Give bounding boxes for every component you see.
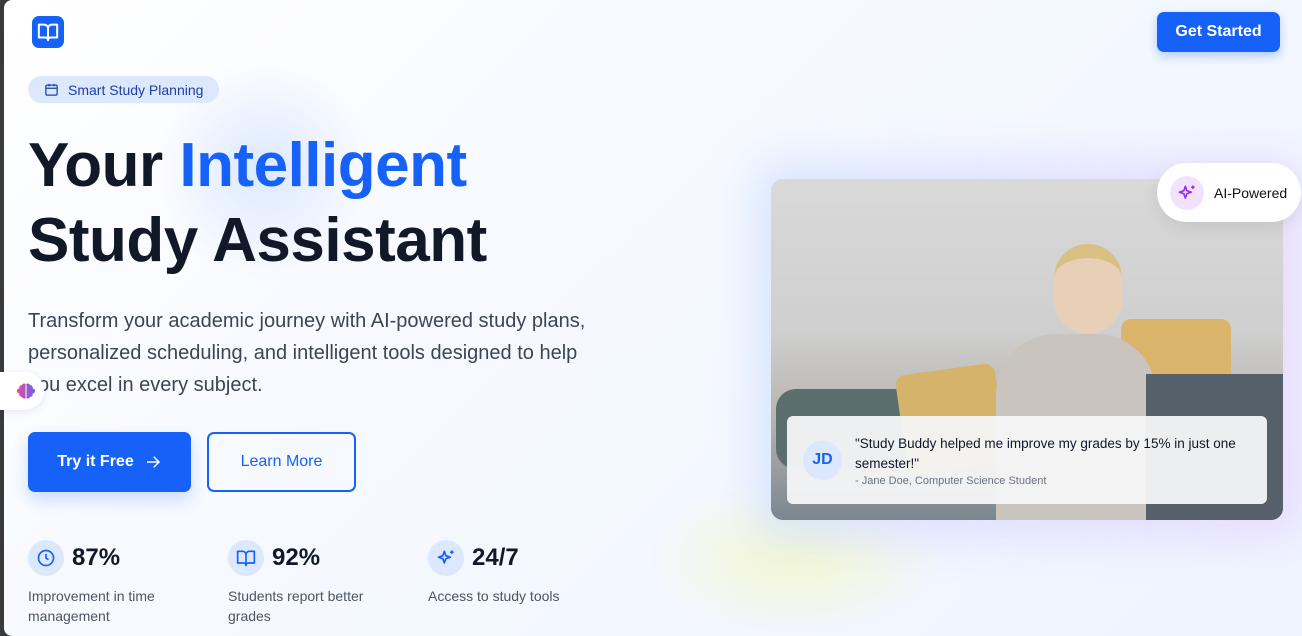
stat-label: Access to study tools — [428, 588, 560, 604]
stat-value: 92% — [272, 544, 321, 571]
clock-icon — [37, 549, 55, 567]
stat-item: 92% Students report better grades — [228, 540, 408, 626]
brain-icon — [16, 383, 36, 399]
try-free-button[interactable]: Try it Free — [28, 432, 191, 492]
book-open-icon — [37, 23, 59, 42]
title-line2: Study Assistant — [28, 206, 487, 275]
arrow-right-icon — [146, 456, 160, 468]
page-title: Your Intelligent Study Assistant — [28, 128, 487, 278]
hero-description: Transform your academic journey with AI-… — [28, 310, 586, 396]
learn-more-button[interactable]: Learn More — [207, 432, 356, 492]
ai-badge-label: AI-Powered — [1214, 184, 1288, 201]
button-label: Try it Free — [57, 453, 134, 470]
floating-brain-button[interactable] — [0, 372, 44, 410]
title-part: Your — [28, 131, 180, 200]
stat-item: 24/7 Access to study tools — [428, 540, 608, 606]
testimonial-author: - Jane Doe, Computer Science Student — [855, 474, 1047, 487]
sparkles-icon — [1178, 185, 1195, 199]
book-open-icon — [236, 550, 256, 567]
stat-label: Students report better grades — [228, 588, 364, 624]
sparkles-icon — [437, 550, 454, 564]
title-accent: Intelligent — [179, 131, 467, 200]
stat-value: 87% — [72, 544, 121, 571]
stat-item: 87% Improvement in time management — [28, 540, 208, 626]
testimonial-quote: "Study Buddy helped me improve my grades… — [855, 435, 1236, 471]
ai-powered-badge: AI-Powered — [1157, 163, 1301, 222]
landing-page: Get Started Smart Study Planning Your In… — [0, 0, 1302, 636]
calendar-icon — [45, 83, 58, 96]
stat-label: Improvement in time management — [28, 588, 155, 624]
logo[interactable] — [32, 16, 64, 48]
get-started-button[interactable]: Get Started — [1157, 12, 1280, 52]
testimonial-card: JD "Study Buddy helped me improve my gra… — [787, 416, 1267, 504]
avatar: JD — [803, 440, 842, 480]
feature-badge: Smart Study Planning — [28, 76, 220, 103]
stat-value: 24/7 — [472, 544, 519, 571]
badge-label: Smart Study Planning — [68, 81, 204, 98]
